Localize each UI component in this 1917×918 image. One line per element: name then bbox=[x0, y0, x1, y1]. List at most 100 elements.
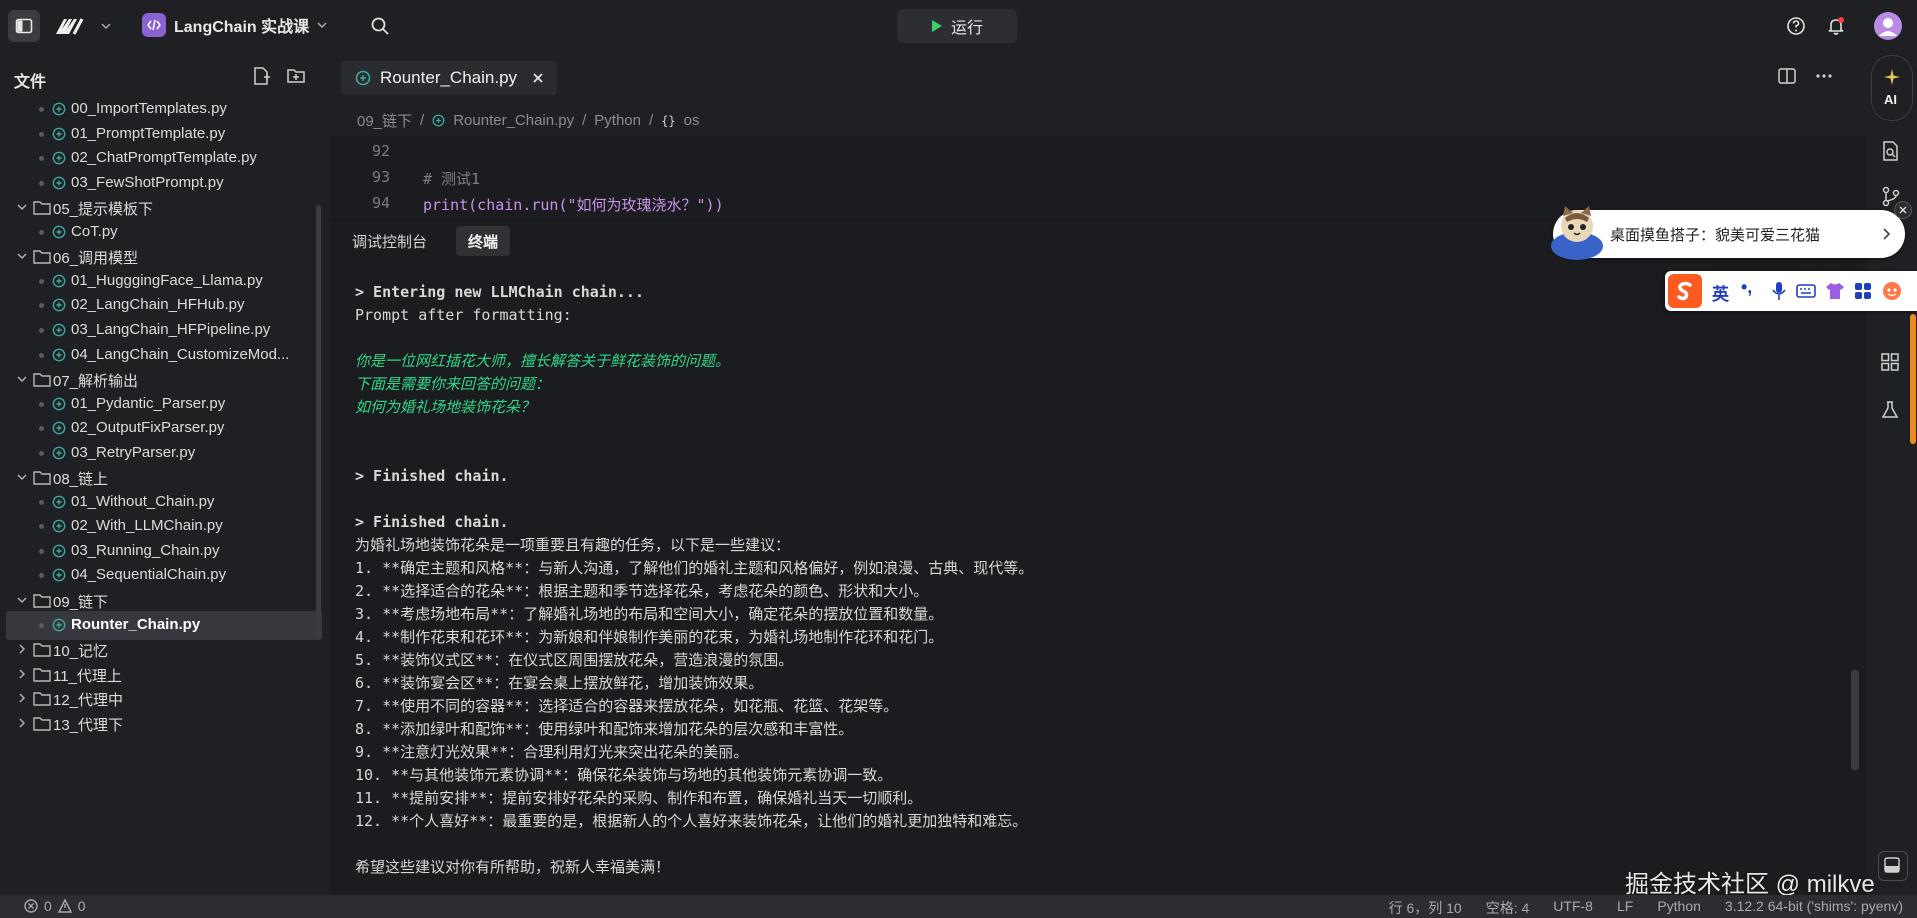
bubble-close-icon[interactable] bbox=[1894, 201, 1912, 219]
terminal-line: 9. **注意灯光效果**：合理利用灯光来突出花朵的美丽。 bbox=[355, 743, 749, 761]
run-button[interactable]: 运行 bbox=[897, 9, 1017, 43]
language-mode[interactable]: Python bbox=[1657, 898, 1701, 918]
breadcrumb-file[interactable]: Rounter_Chain.py bbox=[453, 112, 574, 129]
file-tree-label: CoT.py bbox=[71, 222, 118, 240]
warning-count: 0 bbox=[77, 898, 86, 914]
terminal-line: 10. **与其他装饰元素协调**：确保花朵装饰与场地的其他装饰元素协调一致。 bbox=[355, 766, 893, 784]
python-file-icon bbox=[52, 618, 66, 631]
sparkle-icon bbox=[1884, 69, 1900, 85]
file-tree-label: Rounter_Chain.py bbox=[71, 615, 201, 633]
terminal-toggle-icon[interactable] bbox=[1878, 851, 1908, 881]
project-name: LangChain 实战课 bbox=[174, 19, 310, 36]
help-icon[interactable] bbox=[1780, 10, 1812, 42]
orange-scroll-indicator[interactable] bbox=[1910, 314, 1916, 444]
bottom-panel: 调试控制台 终端 > Entering new LLMChain chain..… bbox=[330, 217, 1866, 895]
python-file-icon bbox=[52, 151, 66, 165]
terminal-line: 8. **添加绿叶和配饰**：使用绿叶和配饰来增加花朵的层次感和丰富性。 bbox=[355, 720, 854, 738]
breadcrumb-symbol[interactable]: os bbox=[684, 112, 700, 129]
new-file-icon[interactable] bbox=[251, 66, 273, 88]
python-file-icon bbox=[52, 323, 66, 337]
more-actions-icon[interactable] bbox=[1814, 66, 1834, 86]
line-ending[interactable]: LF bbox=[1617, 898, 1633, 918]
indent-guide-dot bbox=[39, 401, 44, 407]
sidebar-toggle-icon[interactable] bbox=[8, 10, 40, 42]
tab-terminal[interactable]: 终端 bbox=[456, 226, 511, 256]
indent-guide-dot bbox=[39, 229, 44, 235]
status-bar: 0 0 行 6，列 10 空格: 4 UTF-8 LF Python 3.12.… bbox=[0, 895, 1917, 918]
code-line: # 测试1 bbox=[423, 170, 481, 188]
mascot-face-icon[interactable] bbox=[1882, 281, 1902, 301]
split-editor-icon[interactable] bbox=[1777, 66, 1797, 86]
sidebar-scrollbar[interactable] bbox=[316, 205, 321, 637]
python-file-icon bbox=[52, 176, 66, 190]
file-tree-label: 02_LangChain_HFHub.py bbox=[71, 296, 245, 314]
file-encoding[interactable]: UTF-8 bbox=[1553, 898, 1593, 918]
tab-rounter-chain[interactable]: Rounter_Chain.py bbox=[341, 61, 557, 95]
ai-assistant-button[interactable]: AI bbox=[1871, 55, 1913, 121]
file-tree-label: 03_FewShotPrompt.py bbox=[71, 173, 224, 191]
ime-toolbar[interactable]: 英 •, bbox=[1665, 271, 1917, 311]
file-tree-label: 03_Running_Chain.py bbox=[71, 541, 220, 559]
code-icon bbox=[142, 13, 166, 37]
search-icon[interactable] bbox=[364, 10, 396, 42]
new-folder-icon[interactable] bbox=[286, 66, 308, 88]
file-tree-label: 04_LangChain_CustomizeMod... bbox=[71, 345, 290, 363]
indent-guide-dot bbox=[39, 180, 44, 186]
chevron-right-icon[interactable] bbox=[1883, 228, 1891, 240]
status-items: 行 6，列 10 空格: 4 UTF-8 LF Python 3.12.2 64… bbox=[1389, 898, 1903, 918]
problems-summary[interactable]: 0 0 bbox=[24, 898, 86, 914]
terminal-output[interactable]: > Entering new LLMChain chain... Prompt a… bbox=[355, 281, 1825, 879]
code-editor[interactable]: 92 93 # 测试1 94 print(chain.run("如何为玫瑰浇水？… bbox=[330, 136, 1866, 216]
logo-icon[interactable] bbox=[52, 10, 92, 42]
chevron-right-icon[interactable] bbox=[17, 718, 27, 728]
bell-icon[interactable] bbox=[1820, 10, 1852, 42]
microphone-icon[interactable] bbox=[1771, 281, 1787, 301]
terminal-scrollbar[interactable] bbox=[1851, 670, 1859, 770]
file-search-icon[interactable] bbox=[1880, 140, 1904, 164]
file-tree-label: 08_链上 bbox=[53, 471, 109, 489]
chevron-right-icon[interactable] bbox=[17, 693, 27, 703]
file-tree-label: 02_ChatPromptTemplate.py bbox=[71, 149, 257, 167]
chevron-down-icon[interactable] bbox=[17, 202, 27, 212]
python-file-icon bbox=[52, 544, 66, 558]
chevron-down-icon[interactable] bbox=[17, 595, 27, 605]
folder-icon bbox=[33, 717, 51, 731]
line-number: 94 bbox=[371, 194, 390, 212]
python-interpreter[interactable]: 3.12.2 64-bit ('shims': pyenv) bbox=[1725, 898, 1903, 918]
close-icon[interactable] bbox=[532, 72, 544, 84]
indent-guide-dot bbox=[39, 622, 44, 628]
extensions-grid-icon[interactable] bbox=[1880, 352, 1904, 376]
right-activity-rail: AI bbox=[1866, 52, 1917, 895]
indent-guide-dot bbox=[39, 499, 44, 505]
indentation[interactable]: 空格: 4 bbox=[1486, 898, 1530, 918]
flask-icon[interactable] bbox=[1880, 400, 1904, 424]
file-tree-label: 06_调用模型 bbox=[53, 250, 139, 268]
apps-grid-icon[interactable] bbox=[1854, 282, 1872, 300]
breadcrumb-language[interactable]: Python bbox=[594, 112, 641, 129]
breadcrumb-folder[interactable]: 09_链下 bbox=[357, 110, 412, 131]
chevron-down-icon[interactable] bbox=[98, 10, 114, 42]
tab-debug-console[interactable]: 调试控制台 bbox=[340, 226, 439, 256]
shirt-icon[interactable] bbox=[1825, 282, 1845, 300]
file-tree-label: 13_代理下 bbox=[53, 716, 124, 734]
ime-language[interactable]: 英 bbox=[1712, 280, 1729, 305]
chevron-right-icon[interactable] bbox=[17, 669, 27, 679]
cursor-position[interactable]: 行 6，列 10 bbox=[1389, 898, 1462, 918]
chevron-down-icon[interactable] bbox=[17, 251, 27, 261]
file-tree-folder[interactable]: 13_代理下 bbox=[6, 709, 322, 738]
keyboard-icon[interactable] bbox=[1796, 283, 1816, 299]
sogou-logo-icon[interactable] bbox=[1668, 274, 1702, 308]
desktop-pet-bubble[interactable]: 桌面摸鱼搭子：貌美可爱三花猫 bbox=[1551, 206, 1905, 260]
punctuation-icon[interactable]: •, bbox=[1741, 277, 1752, 298]
file-tree-label: 01_HugggingFace_Llama.py bbox=[71, 271, 263, 289]
chevron-right-icon[interactable] bbox=[17, 644, 27, 654]
chevron-down-icon[interactable] bbox=[17, 472, 27, 482]
indent-guide-dot bbox=[39, 131, 44, 137]
chevron-down-icon[interactable] bbox=[17, 374, 27, 384]
python-file-icon bbox=[52, 421, 66, 435]
project-selector[interactable]: LangChain 实战课 bbox=[142, 13, 327, 37]
avatar-icon[interactable] bbox=[1872, 10, 1904, 42]
